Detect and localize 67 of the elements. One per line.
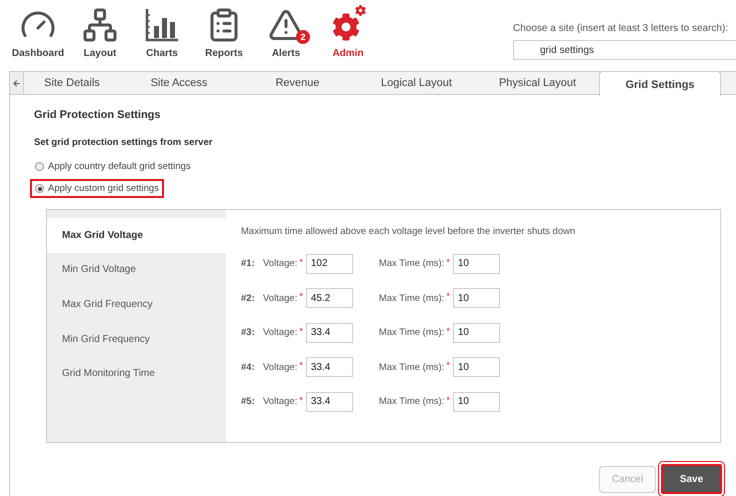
radio-option[interactable]: Apply custom grid settings — [30, 179, 164, 198]
level-number: #2: — [241, 292, 256, 304]
tab[interactable]: Grid Settings — [599, 71, 721, 96]
nav-item[interactable]: 2 Alerts — [258, 5, 314, 71]
max-time-field[interactable]: 10 — [452, 357, 500, 378]
field-label: Max Time (ms): — [378, 396, 444, 408]
tab[interactable]: Physical Layout — [476, 72, 599, 94]
voltage-field[interactable]: 33.4 — [306, 357, 353, 378]
field-label: Voltage: — [263, 292, 298, 304]
field-label: Voltage: — [263, 396, 298, 408]
required-mark: * — [446, 394, 450, 405]
sidebar-item[interactable]: Grid Monitoring Time — [47, 356, 226, 391]
field-label: Max Time (ms): — [378, 292, 444, 304]
voltage-field[interactable]: 45.2 — [306, 288, 353, 308]
save-button[interactable]: Save — [659, 462, 724, 496]
required-mark: * — [446, 256, 450, 267]
level-number: #5: — [241, 396, 256, 408]
voltage-field[interactable]: 33.4 — [306, 322, 353, 343]
tab[interactable]: Revenue — [238, 72, 357, 94]
voltage-field[interactable]: 102 — [306, 254, 353, 274]
nav-item[interactable]: Dashboard — [10, 5, 66, 71]
field-label: Voltage: — [263, 327, 298, 338]
required-mark: * — [446, 360, 450, 370]
radio-option[interactable]: Apply country default grid settings — [30, 157, 196, 176]
field-label: Voltage: — [263, 258, 298, 270]
level-number: #3: — [241, 327, 256, 338]
site-search-label: Choose a site (insert at least 3 letters to search): — [513, 23, 730, 34]
level-number: #4: — [241, 362, 256, 373]
required-mark: * — [299, 256, 303, 267]
sidebar-item[interactable]: Max Grid Frequency — [47, 287, 226, 322]
max-time-field[interactable]: 10 — [452, 392, 500, 412]
bar-chart-icon — [144, 7, 180, 43]
max-time-field[interactable]: 10 — [452, 254, 500, 274]
description-text: Maximum time allowed above each voltage level before the inverter shuts down — [241, 226, 576, 237]
nav-item[interactable]: Reports — [196, 5, 252, 71]
required-mark: * — [299, 291, 303, 302]
radio-button[interactable] — [35, 184, 44, 193]
sidebar-item[interactable]: Min Grid Frequency — [47, 322, 226, 356]
nav-item[interactable]: Layout — [72, 5, 128, 71]
required-mark: * — [446, 291, 450, 302]
voltage-field[interactable]: 33.4 — [306, 392, 353, 412]
required-mark: * — [299, 326, 303, 336]
max-time-field[interactable]: 10 — [452, 288, 500, 308]
tab[interactable]: Logical Layout — [357, 72, 476, 94]
tab[interactable]: Site Access — [120, 72, 238, 94]
nav-item[interactable]: Charts — [134, 5, 190, 71]
field-label: Voltage: — [263, 362, 298, 373]
nav-item[interactable]: Admin — [320, 5, 376, 71]
site-search-field[interactable]: grid settings — [513, 40, 736, 60]
tab[interactable]: Site Details — [24, 72, 120, 94]
sidebar-item[interactable]: Min Grid Voltage — [47, 252, 226, 288]
left-arrow-icon — [12, 78, 21, 88]
radio-button[interactable] — [35, 162, 44, 171]
section-subtitle: Set grid protection settings from server — [34, 137, 214, 148]
alert-count-badge: 2 — [296, 30, 310, 44]
level-number: #1: — [241, 258, 256, 270]
section-title: Grid Protection Settings — [34, 109, 162, 121]
field-label: Max Time (ms): — [378, 327, 444, 338]
field-label: Max Time (ms): — [378, 258, 444, 270]
field-label: Max Time (ms): — [378, 362, 444, 373]
required-mark: * — [446, 326, 450, 336]
sidebar-item[interactable]: Max Grid Voltage — [47, 218, 226, 253]
required-mark: * — [299, 394, 303, 405]
hierarchy-icon — [82, 7, 118, 43]
max-time-field[interactable]: 10 — [452, 322, 500, 343]
back-tab[interactable] — [10, 72, 24, 94]
required-mark: * — [299, 360, 303, 370]
